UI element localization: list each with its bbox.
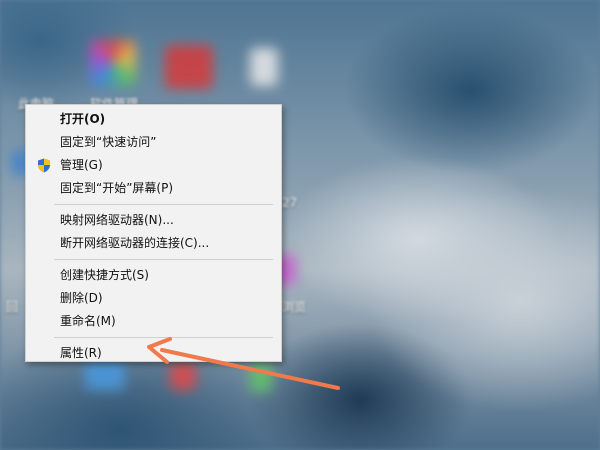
context-menu: 打开(O) 固定到“快速访问” 管理(G) 固定到“开始”屏幕(P) 映射网络驱… — [25, 104, 282, 362]
desktop-app-icon[interactable] — [170, 362, 196, 390]
menu-item-label: 固定到“开始”屏幕(P) — [60, 181, 174, 195]
menu-item-pin-start[interactable]: 固定到“开始”屏幕(P) — [26, 177, 281, 200]
menu-item-label: 固定到“快速访问” — [60, 135, 157, 149]
menu-item-properties[interactable]: 属性(R) — [26, 342, 281, 365]
menu-item-label: 重命名(M) — [60, 314, 116, 328]
menu-item-delete[interactable]: 删除(D) — [26, 287, 281, 310]
menu-separator — [54, 337, 273, 338]
menu-item-map-network-drive[interactable]: 映射网络驱动器(N)... — [26, 209, 281, 232]
shield-icon — [38, 158, 50, 173]
menu-separator — [54, 204, 273, 205]
menu-item-label: 管理(G) — [60, 158, 103, 172]
desktop-icon-label[interactable]: 回 — [6, 298, 18, 315]
menu-item-create-shortcut[interactable]: 创建快捷方式(S) — [26, 264, 281, 287]
desktop-app-icon[interactable] — [90, 40, 136, 86]
menu-item-pin-quick-access[interactable]: 固定到“快速访问” — [26, 131, 281, 154]
desktop-app-icon[interactable] — [250, 362, 272, 392]
menu-item-manage[interactable]: 管理(G) — [26, 154, 281, 177]
menu-item-open[interactable]: 打开(O) — [26, 108, 281, 131]
menu-item-label: 删除(D) — [60, 291, 103, 305]
menu-item-label: 打开(O) — [60, 112, 106, 126]
desktop-icon-label[interactable]: 27 — [282, 196, 297, 210]
menu-separator — [54, 259, 273, 260]
menu-item-label: 创建快捷方式(S) — [60, 268, 149, 282]
desktop-app-icon[interactable] — [165, 45, 213, 89]
menu-item-disconnect-network-drive[interactable]: 断开网络驱动器的连接(C)... — [26, 232, 281, 255]
menu-item-label: 断开网络驱动器的连接(C)... — [60, 236, 210, 250]
desktop-icon-label[interactable]: 浏览 — [282, 298, 306, 315]
menu-item-label: 属性(R) — [60, 346, 102, 360]
menu-item-label: 映射网络驱动器(N)... — [60, 213, 174, 227]
menu-item-rename[interactable]: 重命名(M) — [26, 310, 281, 333]
desktop-app-icon[interactable] — [250, 48, 278, 86]
